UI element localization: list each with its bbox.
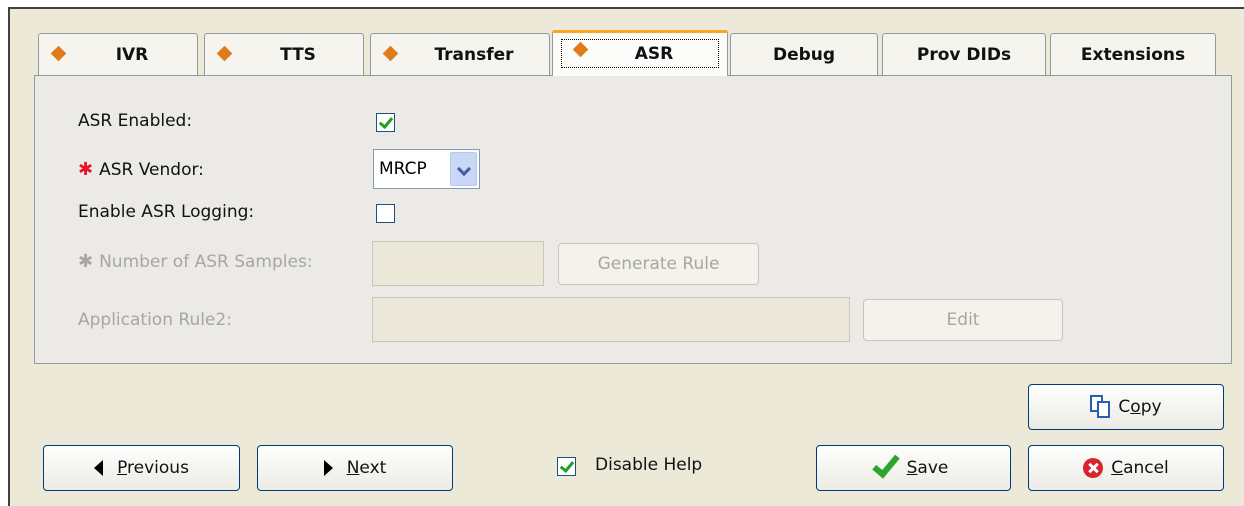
application-rule-label: Application Rule2:: [78, 310, 232, 330]
tab-label: Extensions: [1080, 44, 1186, 65]
focus-ring: [561, 39, 719, 68]
next-button[interactable]: Next: [257, 445, 453, 491]
arrow-right-icon: [323, 460, 333, 476]
asr-samples-label: Number of ASR Samples:: [99, 252, 313, 272]
chevron-down-icon[interactable]: [450, 152, 477, 186]
arrow-left-icon: [94, 460, 104, 476]
generate-rule-button[interactable]: Generate Rule: [558, 243, 759, 285]
edit-label: Edit: [946, 310, 980, 330]
tab-asr[interactable]: ASR: [552, 30, 728, 76]
generate-rule-label: Generate Rule: [597, 254, 720, 274]
application-rule-input[interactable]: [372, 297, 850, 342]
save-label: Save: [906, 458, 949, 478]
copy-label: Copy: [1118, 397, 1162, 417]
tab-prov-dids[interactable]: Prov DIDs: [882, 33, 1046, 75]
copy-button[interactable]: Copy: [1028, 384, 1224, 430]
asr-logging-checkbox[interactable]: [376, 204, 395, 223]
next-label: Next: [346, 458, 387, 478]
asr-vendor-value: MRCP: [379, 159, 427, 179]
asr-vendor-label-row: ✱ ASR Vendor:: [78, 159, 204, 180]
previous-button[interactable]: Previous: [43, 445, 240, 491]
close-icon: [1083, 458, 1104, 478]
disable-help-label: Disable Help: [595, 455, 703, 475]
cancel-button[interactable]: Cancel: [1028, 445, 1224, 491]
cancel-label: Cancel: [1111, 458, 1169, 478]
checkmark-icon: [871, 449, 900, 479]
asr-samples-label-row: ✱ Number of ASR Samples:: [78, 251, 313, 272]
copy-icon: [1090, 395, 1112, 419]
asr-enabled-checkbox[interactable]: [376, 113, 395, 132]
required-icon: ✱: [78, 159, 94, 180]
tab-debug[interactable]: Debug: [730, 33, 878, 75]
edit-button[interactable]: Edit: [863, 299, 1063, 341]
asr-logging-label: Enable ASR Logging:: [78, 202, 255, 222]
asr-vendor-label: ASR Vendor:: [99, 160, 204, 180]
tab-label: Prov DIDs: [916, 44, 1012, 65]
tab-label: Transfer: [434, 44, 514, 65]
disable-help-checkbox[interactable]: [557, 457, 576, 476]
tab-label: Debug: [772, 44, 836, 65]
required-icon: ✱: [78, 251, 94, 272]
asr-vendor-select[interactable]: MRCP: [373, 149, 480, 189]
previous-label: Previous: [117, 458, 189, 478]
asr-samples-input[interactable]: [372, 241, 544, 286]
tab-extensions[interactable]: Extensions: [1050, 33, 1216, 75]
save-button[interactable]: Save: [816, 445, 1011, 491]
tab-transfer[interactable]: Transfer: [370, 33, 550, 75]
tab-tts[interactable]: TTS: [204, 33, 364, 75]
asr-enabled-label: ASR Enabled:: [78, 111, 193, 131]
tab-ivr[interactable]: IVR: [38, 33, 198, 75]
